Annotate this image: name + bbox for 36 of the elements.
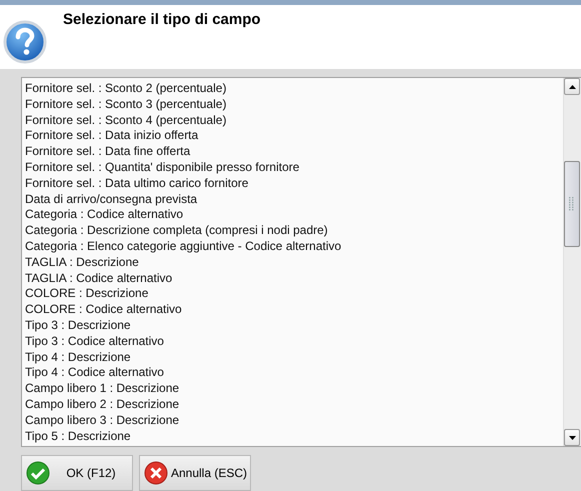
- ok-button[interactable]: OK (F12): [21, 455, 133, 491]
- list-item[interactable]: Fornitore sel. : Sconto 4 (percentuale): [25, 112, 563, 128]
- scroll-thumb[interactable]: [564, 161, 580, 247]
- scrollbar[interactable]: [563, 78, 581, 446]
- list-item[interactable]: TAGLIA : Descrizione: [25, 254, 563, 271]
- list-item[interactable]: Campo libero 3 : Descrizione: [25, 412, 563, 429]
- list-item[interactable]: Fornitore sel. : Data inizio offerta: [25, 128, 563, 144]
- list-item[interactable]: Tipo 4 : Codice alternativo: [25, 365, 563, 382]
- list-item[interactable]: Fornitore sel. : Sconto 2 (percentuale): [25, 81, 563, 97]
- grip-icon: [569, 197, 575, 211]
- list-item[interactable]: COLORE : Descrizione: [25, 286, 563, 302]
- list-item[interactable]: Fornitore sel. : Quantita' disponibile presso fornitore: [25, 160, 563, 176]
- list-item[interactable]: Fornitore sel. : Sconto 3 (percentuale): [25, 96, 563, 113]
- list-item[interactable]: Tipo 3 : Codice alternativo: [25, 334, 563, 350]
- list-item[interactable]: Fornitore sel. : Data ultimo carico fornitore: [25, 176, 563, 192]
- scroll-up-button[interactable]: [564, 78, 580, 95]
- list-item[interactable]: Data di arrivo/consegna prevista: [25, 192, 563, 208]
- check-icon: [26, 461, 50, 485]
- list-item[interactable]: Tipo 5 : Descrizione: [25, 428, 563, 444]
- close-icon: [144, 461, 168, 485]
- list-item[interactable]: Categoria : Elenco categorie aggiuntive - Codice alternativo: [25, 238, 563, 255]
- up-arrow-icon: [568, 84, 576, 88]
- list-item[interactable]: Campo libero 1 : Descrizione: [25, 381, 563, 397]
- list-item[interactable]: Campo libero 2 : Descrizione: [25, 396, 563, 413]
- down-arrow-icon: [568, 436, 576, 440]
- scroll-down-button[interactable]: [564, 429, 580, 446]
- cancel-button[interactable]: Annulla (ESC): [139, 455, 251, 491]
- list-item[interactable]: Tipo 3 : Descrizione: [25, 318, 563, 334]
- question-icon: [3, 20, 47, 64]
- list-item[interactable]: Categoria : Codice alternativo: [25, 207, 563, 224]
- list-item[interactable]: COLORE : Codice alternativo: [25, 302, 563, 318]
- list-item[interactable]: Tipo 4 : Descrizione: [25, 350, 563, 366]
- list-item[interactable]: Categoria : Descrizione completa (compresi i nodi padre): [25, 223, 563, 239]
- dialog-title: Selezionare il tipo di campo: [63, 10, 261, 28]
- list-item[interactable]: Fornitore sel. : Data fine offerta: [25, 144, 563, 160]
- list-item[interactable]: TAGLIA : Codice alternativo: [25, 270, 563, 286]
